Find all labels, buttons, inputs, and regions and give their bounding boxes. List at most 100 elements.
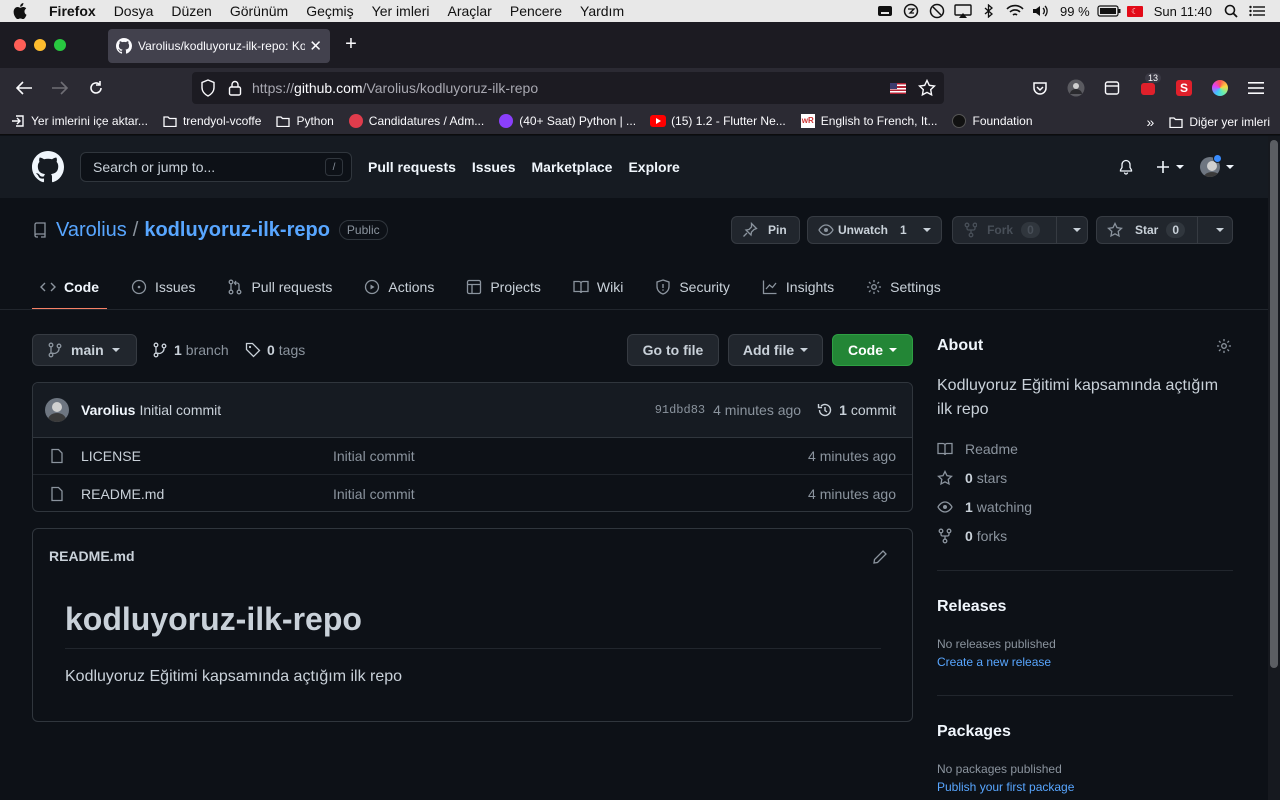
nav-issues[interactable]: Issues [472, 159, 516, 175]
readme-filename[interactable]: README.md [49, 548, 135, 564]
add-file-button[interactable]: Add file [728, 334, 823, 366]
vpn-icon[interactable] [898, 3, 924, 19]
menu-gorunum[interactable]: Görünüm [221, 3, 297, 19]
commit-author[interactable]: Varolius [81, 402, 135, 418]
bookmarks-overflow-icon[interactable]: » [1147, 114, 1155, 130]
tab-pull-requests[interactable]: Pull requests [219, 270, 340, 304]
forks-link[interactable]: 0 forks [937, 526, 1007, 546]
commit-sha[interactable]: 91dbd83 [655, 403, 705, 417]
extension-s-icon[interactable]: S [1174, 78, 1194, 98]
new-tab-button[interactable]: + [340, 33, 362, 57]
menu-dosya[interactable]: Dosya [105, 3, 163, 19]
bookmark-flutter[interactable]: (15) 1.2 - Flutter Ne... [650, 113, 786, 129]
lock-icon[interactable] [228, 80, 242, 96]
unwatch-button[interactable]: Unwatch 1 [807, 216, 942, 244]
nav-pull-requests[interactable]: Pull requests [368, 159, 456, 175]
tracking-shield-icon[interactable] [200, 79, 216, 97]
star-dropdown[interactable] [1197, 216, 1231, 244]
window-zoom-button[interactable] [54, 39, 66, 51]
tab-settings[interactable]: Settings [858, 270, 949, 304]
hamburger-menu-icon[interactable] [1246, 78, 1266, 98]
code-clone-button[interactable]: Code [832, 334, 913, 366]
do-not-disturb-icon[interactable] [924, 3, 950, 19]
repo-owner-link[interactable]: Varolius [56, 219, 127, 242]
menu-pencere[interactable]: Pencere [501, 3, 571, 19]
container-tabs-icon[interactable] [1102, 78, 1122, 98]
go-to-file-button[interactable]: Go to file [627, 334, 719, 366]
file-row[interactable]: README.md Initial commit 4 minutes ago [33, 475, 912, 511]
bookmark-candidatures[interactable]: Candidatures / Adm... [348, 113, 484, 129]
bookmark-python-course[interactable]: (40+ Saat) Python | ... [498, 113, 636, 129]
github-search-input[interactable]: Search or jump to... / [80, 152, 352, 182]
file-commit-message[interactable]: Initial commit [333, 486, 808, 502]
bookmark-star-icon[interactable] [918, 79, 936, 97]
bookmark-english-french[interactable]: wR English to French, It... [800, 113, 937, 129]
tab-issues[interactable]: Issues [123, 270, 203, 304]
fork-button[interactable]: Fork 0 [952, 216, 1088, 244]
browser-tab-active[interactable]: Varolius/kodluyoruz-ilk-repo: Kodluyoruz… [108, 29, 330, 63]
url-bar[interactable]: https://github.com/Varolius/kodluyoruz-i… [192, 72, 944, 104]
menu-duzen[interactable]: Düzen [162, 3, 220, 19]
forward-button[interactable] [48, 76, 72, 100]
commit-history-link[interactable]: 1 commit [817, 402, 896, 418]
create-release-link[interactable]: Create a new release [937, 655, 1051, 669]
back-button[interactable] [12, 76, 36, 100]
account-avatar-icon[interactable] [1066, 78, 1086, 98]
window-minimize-button[interactable] [34, 39, 46, 51]
star-button[interactable]: Star 0 [1096, 216, 1233, 244]
wifi-icon[interactable] [1002, 4, 1028, 18]
branch-select-button[interactable]: main [32, 334, 137, 366]
about-settings-gear-icon[interactable] [1216, 338, 1232, 354]
tags-link[interactable]: 0 tags [245, 334, 305, 366]
file-row[interactable]: LICENSE Initial commit 4 minutes ago [33, 438, 912, 475]
readme-link[interactable]: Readme [937, 439, 1018, 459]
notification-center-icon[interactable] [1244, 5, 1270, 17]
releases-heading[interactable]: Releases [937, 598, 1006, 616]
notifications-bell-icon[interactable] [1118, 159, 1134, 175]
edit-pencil-icon[interactable] [872, 549, 888, 565]
bookmark-import[interactable]: Yer imlerini içe aktar... [10, 113, 148, 129]
page-scrollbar-thumb[interactable] [1270, 140, 1278, 668]
publish-package-link[interactable]: Publish your first package [937, 780, 1074, 794]
bookmark-python[interactable]: Python [275, 113, 334, 129]
color-picker-icon[interactable] [1210, 78, 1230, 98]
reload-button[interactable] [84, 76, 108, 100]
create-new-plus-icon[interactable] [1156, 160, 1184, 174]
tab-code[interactable]: Code [32, 270, 107, 310]
tab-close-icon[interactable]: ✕ [309, 37, 322, 55]
tab-projects[interactable]: Projects [458, 270, 549, 304]
spotlight-icon[interactable] [1218, 4, 1244, 18]
tab-wiki[interactable]: Wiki [565, 270, 631, 304]
file-name[interactable]: LICENSE [81, 448, 333, 464]
bluetooth-icon[interactable] [976, 4, 1002, 18]
menu-yardim[interactable]: Yardım [571, 3, 633, 19]
keyboard-icon[interactable] [872, 5, 898, 17]
stars-link[interactable]: 0 stars [937, 468, 1007, 488]
tab-actions[interactable]: Actions [356, 270, 442, 304]
window-close-button[interactable] [14, 39, 26, 51]
commit-author-avatar[interactable] [45, 398, 69, 422]
branches-link[interactable]: 1 branch [152, 334, 229, 366]
nav-explore[interactable]: Explore [628, 159, 679, 175]
extension-red-icon[interactable]: 13 [1138, 73, 1162, 98]
menu-araclar[interactable]: Araçlar [439, 3, 501, 19]
file-name[interactable]: README.md [81, 486, 333, 502]
nav-marketplace[interactable]: Marketplace [532, 159, 613, 175]
repo-name-link[interactable]: kodluyoruz-ilk-repo [144, 219, 330, 242]
github-logo-icon[interactable] [32, 151, 64, 183]
packages-heading[interactable]: Packages [937, 723, 1011, 741]
turkish-flag-icon[interactable]: ☾ [1122, 5, 1148, 17]
volume-icon[interactable] [1028, 4, 1054, 18]
bookmark-other[interactable]: Diğer yer imleri [1168, 114, 1270, 130]
fork-dropdown[interactable] [1055, 216, 1087, 244]
user-menu[interactable] [1200, 154, 1234, 177]
us-flag-icon[interactable] [890, 82, 906, 94]
watching-link[interactable]: 1 watching [937, 497, 1032, 517]
bookmark-trendyol[interactable]: trendyol-vcoffe [162, 113, 261, 129]
menu-yer-imleri[interactable]: Yer imleri [363, 3, 439, 19]
tab-security[interactable]: Security [647, 270, 738, 304]
menu-gecmis[interactable]: Geçmiş [297, 3, 362, 19]
tab-insights[interactable]: Insights [754, 270, 842, 304]
file-commit-message[interactable]: Initial commit [333, 448, 808, 464]
pocket-icon[interactable] [1030, 78, 1050, 98]
